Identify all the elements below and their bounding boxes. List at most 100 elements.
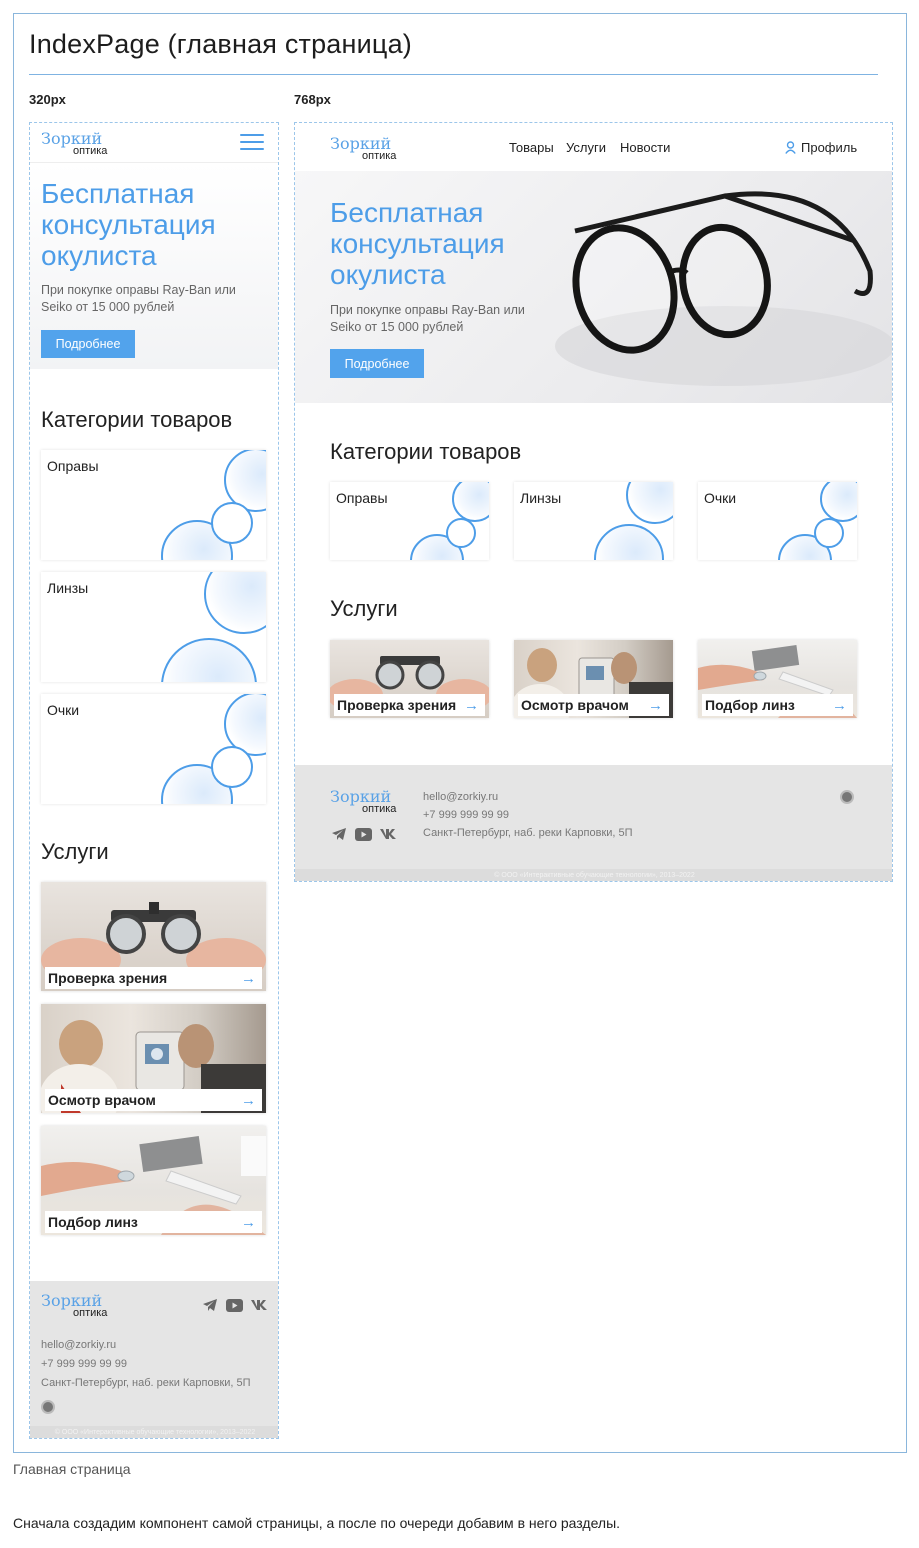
- mobile-breakpoint-label: 320px: [29, 92, 66, 107]
- tablet-header: Зоркий оптика Товары Услуги Новости Проф…: [295, 123, 892, 171]
- hero-text: При покупке оправы Ray-Ban или Seiko от …: [41, 282, 236, 316]
- service-label-bar: Подбор линз →: [702, 694, 853, 716]
- footer-copyright: © ООО «Интерактивные обучающие технологи…: [295, 869, 892, 881]
- hero-text-line: Seiko от 15 000 рублей: [330, 320, 464, 334]
- social-links: [202, 1298, 268, 1312]
- social-links: [331, 827, 397, 841]
- decor-circle: [452, 482, 489, 522]
- category-label: Очки: [704, 490, 737, 506]
- decor-circle: [594, 524, 664, 560]
- telegram-icon[interactable]: [202, 1298, 218, 1312]
- hero-more-button[interactable]: Подробнее: [330, 349, 424, 378]
- tablet-artboard: Зоркий оптика Товары Услуги Новости Проф…: [294, 122, 893, 882]
- service-card-doctor[interactable]: Осмотр врачом →: [41, 1004, 266, 1113]
- hero-section: Бесплатная консультация окулиста При пок…: [295, 171, 892, 403]
- service-label-bar: Проверка зрения →: [45, 967, 262, 989]
- decor-circle: [446, 518, 476, 548]
- menu-icon[interactable]: [240, 134, 264, 152]
- service-card-lens-fitting[interactable]: Подбор линз →: [698, 640, 857, 718]
- logo[interactable]: Зоркий оптика: [330, 136, 396, 162]
- decor-circle: [211, 746, 253, 788]
- mobile-footer: Зоркий оптика hello@zorkiy.ru +7 999 999…: [30, 1281, 278, 1438]
- category-label: Очки: [47, 702, 80, 718]
- tablet-breakpoint-label: 768px: [294, 92, 331, 107]
- profile-link[interactable]: Профиль: [785, 140, 857, 155]
- footer-copyright: © ООО «Интерактивные обучающие технологи…: [30, 1426, 278, 1438]
- service-label: Осмотр врачом: [521, 697, 629, 713]
- service-label: Проверка зрения: [337, 697, 457, 713]
- arrow-right-icon: →: [464, 696, 479, 714]
- logo-subtitle: оптика: [73, 1307, 108, 1319]
- frame-title: IndexPage (главная страница): [29, 29, 412, 59]
- category-card-lenses[interactable]: Линзы: [41, 572, 266, 682]
- arrow-right-icon: →: [241, 969, 256, 987]
- service-label-bar: Подбор линз →: [45, 1211, 262, 1233]
- decor-circle: [204, 572, 266, 634]
- service-label: Подбор линз: [705, 697, 795, 713]
- footer-phone[interactable]: +7 999 999 99 99: [41, 1358, 127, 1370]
- nav-services[interactable]: Услуги: [566, 140, 606, 155]
- category-card-glasses[interactable]: Очки: [41, 694, 266, 804]
- logo[interactable]: Зоркий оптика: [41, 131, 107, 157]
- youtube-icon[interactable]: [355, 827, 372, 841]
- hero-title-line: Бесплатная: [330, 197, 484, 228]
- categories-title: Категории товаров: [41, 407, 233, 432]
- category-card-frames[interactable]: Оправы: [41, 450, 266, 560]
- avatar[interactable]: [840, 790, 854, 804]
- hero-text-line: При покупке оправы Ray-Ban или: [330, 303, 525, 317]
- mobile-header: Зоркий оптика: [30, 123, 278, 163]
- hero-title-line: окулиста: [41, 240, 157, 271]
- decor-circle: [820, 482, 857, 522]
- footer-logo[interactable]: Зоркий оптика: [41, 1293, 107, 1319]
- hero-text: При покупке оправы Ray-Ban или Seiko от …: [330, 302, 525, 336]
- service-label-bar: Осмотр врачом →: [45, 1089, 262, 1111]
- avatar[interactable]: [41, 1400, 55, 1414]
- design-frame: IndexPage (главная страница) 320px 768px…: [13, 13, 907, 1453]
- title-divider: [29, 74, 878, 75]
- hero-title-line: консультация: [41, 209, 216, 240]
- telegram-icon[interactable]: [331, 827, 347, 841]
- category-card-lenses[interactable]: Линзы: [514, 482, 673, 560]
- arrow-right-icon: →: [832, 696, 847, 714]
- hero-more-button[interactable]: Подробнее: [41, 330, 135, 358]
- logo-subtitle: оптика: [73, 145, 108, 157]
- service-card-lens-fitting[interactable]: Подбор линз →: [41, 1126, 266, 1235]
- service-card-vision-check[interactable]: Проверка зрения →: [330, 640, 489, 718]
- service-label: Осмотр врачом: [48, 1092, 156, 1108]
- vk-icon[interactable]: [380, 828, 397, 840]
- hero-text-line: При покупке оправы Ray-Ban или: [41, 283, 236, 297]
- category-label: Оправы: [336, 490, 388, 506]
- hero-section: Бесплатная консультация окулиста При пок…: [30, 163, 278, 369]
- service-card-doctor[interactable]: Осмотр врачом →: [514, 640, 673, 718]
- category-card-glasses[interactable]: Очки: [698, 482, 857, 560]
- arrow-right-icon: →: [241, 1091, 256, 1109]
- hero-title-line: консультация: [330, 228, 505, 259]
- hero-title: Бесплатная консультация окулиста: [330, 197, 505, 290]
- service-label-bar: Осмотр врачом →: [518, 694, 669, 716]
- nav-news[interactable]: Новости: [620, 140, 670, 155]
- vk-icon[interactable]: [251, 1299, 268, 1311]
- category-card-frames[interactable]: Оправы: [330, 482, 489, 560]
- decor-circle: [814, 518, 844, 548]
- footer-address: Санкт-Петербург, наб. реки Карповки, 5П: [41, 1377, 251, 1389]
- footer-email[interactable]: hello@zorkiy.ru: [41, 1339, 116, 1351]
- mobile-artboard: Зоркий оптика Бесплатная консультация ок…: [29, 122, 279, 1439]
- decor-circle: [161, 638, 257, 682]
- footer-logo[interactable]: Зоркий оптика: [330, 789, 396, 815]
- footer-email[interactable]: hello@zorkiy.ru: [423, 791, 498, 803]
- decor-circle: [211, 502, 253, 544]
- tablet-footer: Зоркий оптика hello@zorkiy.ru +7 999 999…: [295, 765, 892, 881]
- services-title: Услуги: [330, 596, 398, 621]
- service-card-vision-check[interactable]: Проверка зрения →: [41, 882, 266, 991]
- nav-goods[interactable]: Товары: [509, 140, 554, 155]
- category-label: Линзы: [47, 580, 89, 596]
- category-label: Линзы: [520, 490, 562, 506]
- hero-text-line: Seiko от 15 000 рублей: [41, 300, 175, 314]
- footer-phone[interactable]: +7 999 999 99 99: [423, 809, 509, 821]
- youtube-icon[interactable]: [226, 1298, 243, 1312]
- hero-title: Бесплатная консультация окулиста: [41, 178, 216, 271]
- logo-subtitle: оптика: [362, 150, 397, 162]
- hero-title-line: окулиста: [330, 259, 446, 290]
- profile-label: Профиль: [801, 140, 858, 155]
- logo-subtitle: оптика: [362, 803, 397, 815]
